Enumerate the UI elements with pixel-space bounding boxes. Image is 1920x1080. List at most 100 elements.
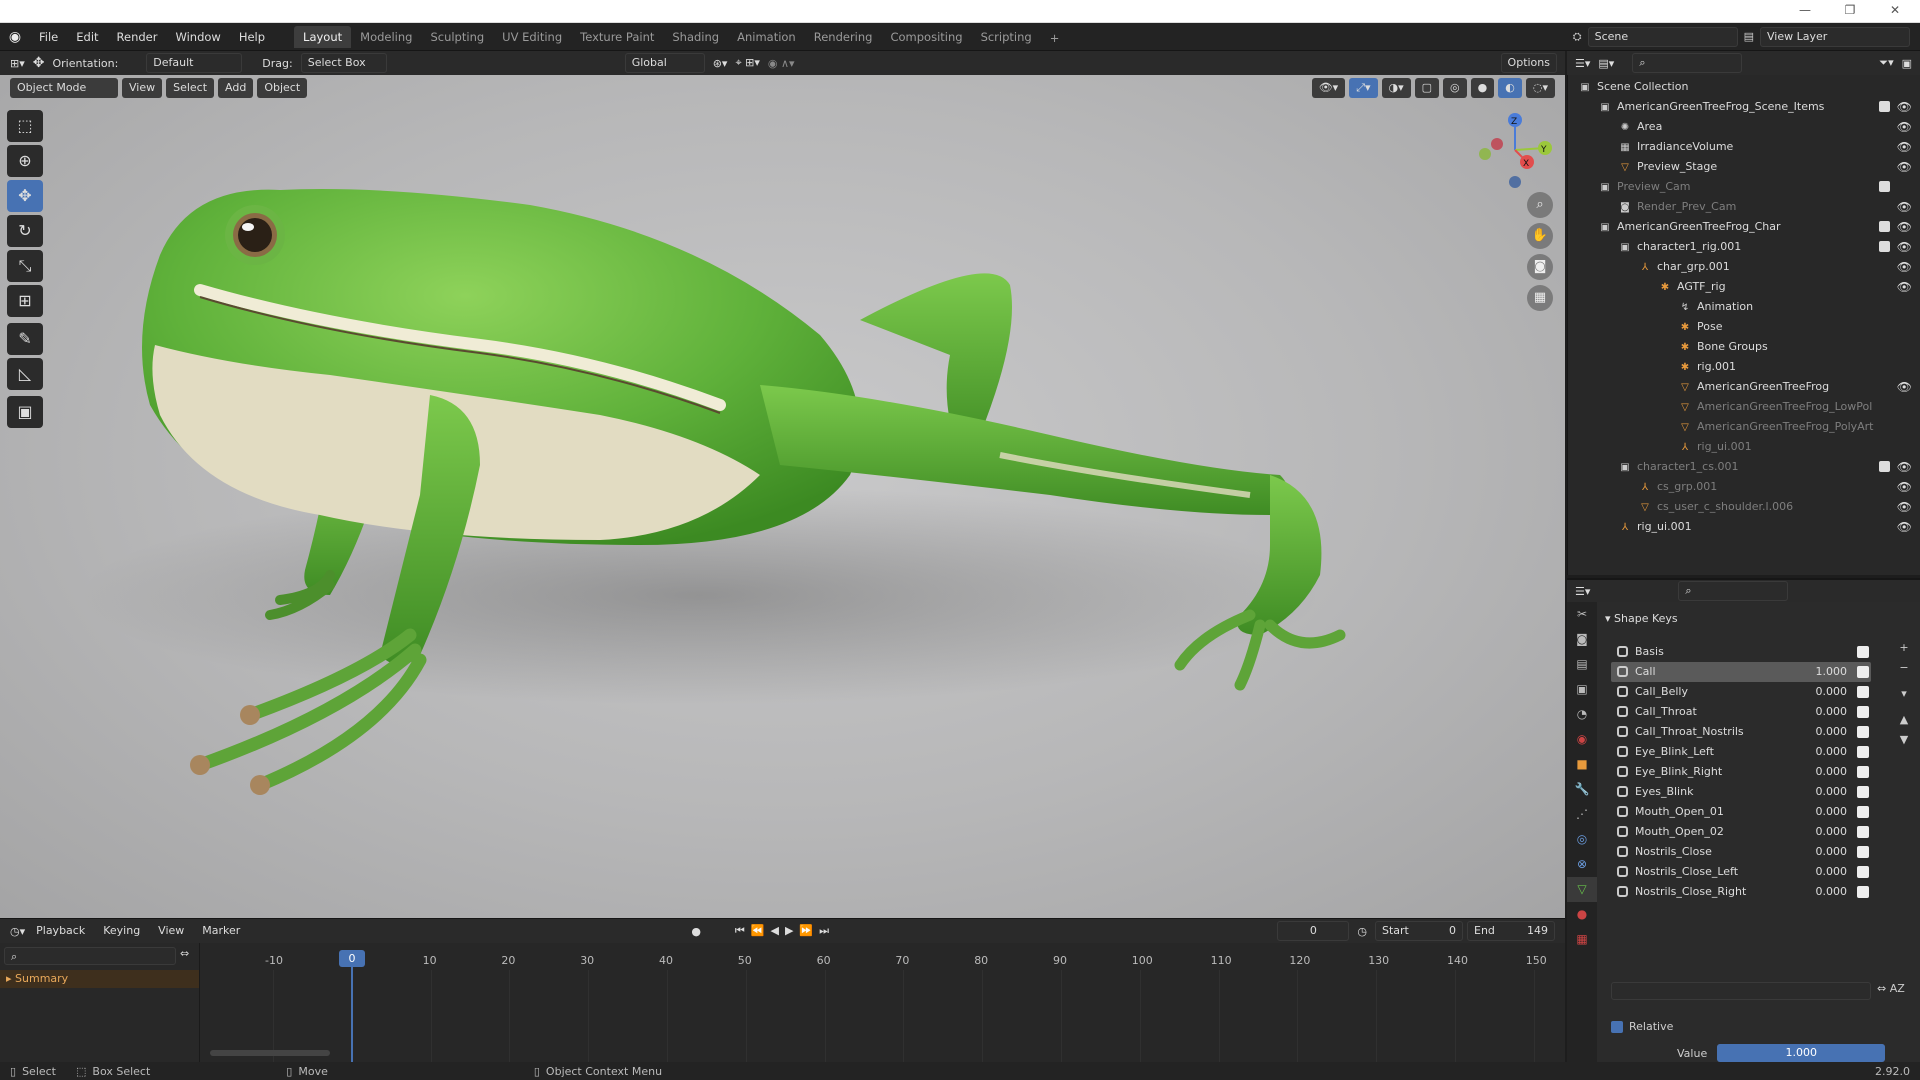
shape-key-row[interactable]: Basis <box>1611 642 1871 662</box>
outliner-row[interactable]: ▽ AmericanGreenTreeFrog_PolyArt <box>1568 417 1920 437</box>
gizmo-toggle-icon[interactable]: ⤢▾ <box>1349 78 1378 98</box>
navigation-gizmo[interactable]: Z Y X <box>1475 110 1555 190</box>
outliner-row[interactable]: ◙ Render_Prev_Cam 👁 <box>1568 197 1920 217</box>
shape-key-value[interactable]: 0.000 <box>1816 722 1848 742</box>
outliner-row[interactable]: ▣ Scene Collection <box>1568 77 1920 97</box>
minimize-button[interactable]: — <box>1795 3 1815 17</box>
add-workspace-button[interactable]: + <box>1041 27 1069 49</box>
move-down-button[interactable]: ▼ <box>1896 730 1912 750</box>
shape-key-row[interactable]: Eyes_Blink 0.000 <box>1611 782 1871 802</box>
add-shape-key-button[interactable]: + <box>1896 638 1912 658</box>
visibility-icon[interactable]: 👁▾ <box>1311 78 1346 98</box>
outliner-row[interactable]: ▣ character1_rig.001 👁 <box>1568 237 1920 257</box>
scene-selector[interactable]: Scene <box>1587 26 1738 47</box>
timeline-search-input[interactable]: ⌕ <box>4 947 176 965</box>
menu-window[interactable]: Window <box>166 23 229 51</box>
outliner-row[interactable]: ▣ AmericanGreenTreeFrog_Scene_Items 👁 <box>1568 97 1920 117</box>
eye-icon[interactable]: 👁 <box>1897 517 1912 537</box>
object-tab-icon[interactable]: ■ <box>1567 752 1597 777</box>
shape-key-mute-checkbox[interactable] <box>1857 766 1869 778</box>
view-menu[interactable]: View <box>122 78 163 98</box>
tab-layout[interactable]: Layout <box>294 26 352 48</box>
move-tool-button-icon[interactable]: ✥ <box>7 180 43 212</box>
remove-shape-key-button[interactable]: − <box>1896 658 1912 678</box>
outliner-row[interactable]: ▽ AmericanGreenTreeFrog 👁 <box>1568 377 1920 397</box>
eye-icon[interactable]: 👁 <box>1897 217 1912 237</box>
close-button[interactable]: ✕ <box>1885 3 1905 17</box>
tab-texture-paint[interactable]: Texture Paint <box>571 26 663 48</box>
physics-tab-icon[interactable]: ◎ <box>1567 827 1597 852</box>
shape-key-value[interactable]: 0.000 <box>1816 802 1848 822</box>
tab-compositing[interactable]: Compositing <box>881 26 971 48</box>
tab-uv-editing[interactable]: UV Editing <box>493 26 571 48</box>
view-layer-icon[interactable]: ▤ <box>1744 30 1754 43</box>
output-tab-icon[interactable]: ▤ <box>1567 652 1597 677</box>
eye-icon[interactable]: 👁 <box>1897 157 1912 177</box>
blender-logo-icon[interactable]: ◉ <box>0 29 30 45</box>
shape-key-mute-checkbox[interactable] <box>1857 746 1869 758</box>
relative-checkbox[interactable] <box>1611 1020 1623 1033</box>
shape-key-row[interactable]: Mouth_Open_02 0.000 <box>1611 822 1871 842</box>
shape-key-value[interactable]: 0.000 <box>1816 882 1848 902</box>
outliner-row[interactable]: ✱ Pose <box>1568 317 1920 337</box>
outliner-row[interactable]: ▣ character1_cs.001 👁 <box>1568 457 1920 477</box>
perspective-grid-icon[interactable]: ▦ <box>1527 285 1553 311</box>
shape-key-value[interactable]: 0.000 <box>1816 862 1848 882</box>
exclude-checkbox[interactable] <box>1879 181 1890 192</box>
shape-key-row[interactable]: Eye_Blink_Right 0.000 <box>1611 762 1871 782</box>
measure-tool-icon[interactable]: ◺ <box>7 358 43 390</box>
exclude-checkbox[interactable] <box>1879 101 1890 112</box>
options-dropdown[interactable]: Options <box>1500 53 1557 73</box>
cursor-tool-icon[interactable]: ⊕ <box>7 145 43 177</box>
current-frame-field[interactable]: 0 <box>1277 921 1350 941</box>
tab-modeling[interactable]: Modeling <box>351 26 421 48</box>
data-tab-icon[interactable]: ▽ <box>1567 877 1597 902</box>
eye-icon[interactable]: 👁 <box>1897 377 1912 397</box>
maximize-button[interactable]: ❐ <box>1840 3 1860 17</box>
outliner-row[interactable]: ✱ rig.001 <box>1568 357 1920 377</box>
shape-key-row[interactable]: Call_Belly 0.000 <box>1611 682 1871 702</box>
new-collection-icon[interactable]: ▣ <box>1902 57 1912 70</box>
exclude-checkbox[interactable] <box>1879 241 1890 252</box>
overlay-icon[interactable]: ◑▾ <box>1381 78 1411 98</box>
shape-key-mute-checkbox[interactable] <box>1857 706 1869 718</box>
properties-search-input[interactable]: ⌕ <box>1678 581 1789 601</box>
outliner-row[interactable]: ⅄ rig_ui.001 <box>1568 437 1920 457</box>
shape-key-row[interactable]: Nostrils_Close_Right 0.000 <box>1611 882 1871 902</box>
eye-icon[interactable]: 👁 <box>1897 197 1912 217</box>
playhead-frame-badge[interactable]: 0 <box>339 950 365 967</box>
outliner-row[interactable]: ▣ AmericanGreenTreeFrog_Char 👁 <box>1568 217 1920 237</box>
properties-editor-icon[interactable]: ☰▾ <box>1575 585 1590 598</box>
record-icon[interactable]: ● <box>691 925 701 938</box>
shape-key-mute-checkbox[interactable] <box>1857 726 1869 738</box>
start-frame-field[interactable]: Start 0 <box>1375 921 1463 941</box>
playback-menu[interactable]: Playback <box>29 921 92 941</box>
shading-material-icon[interactable]: ◐ <box>1498 78 1522 98</box>
shape-key-value[interactable]: 0.000 <box>1816 822 1848 842</box>
scale-tool-icon[interactable]: ⤡ <box>7 250 43 282</box>
timeline-editor-icon[interactable]: ◷▾ <box>10 925 25 938</box>
outliner-row[interactable]: ▽ Preview_Stage 👁 <box>1568 157 1920 177</box>
tab-shading[interactable]: Shading <box>663 26 728 48</box>
transform-orientation-dropdown[interactable]: Global <box>624 53 705 73</box>
relative-checkbox-row[interactable]: Relative <box>1611 1020 1673 1033</box>
outliner-row[interactable]: ▽ cs_user_c_shoulder.l.006 👁 <box>1568 497 1920 517</box>
outliner-row[interactable]: ⅄ char_grp.001 👁 <box>1568 257 1920 277</box>
select-box-tool-icon[interactable]: ⬚ <box>7 110 43 142</box>
shape-key-row[interactable]: Nostrils_Close 0.000 <box>1611 842 1871 862</box>
shape-key-row[interactable]: Call_Throat_Nostrils 0.000 <box>1611 722 1871 742</box>
swap-icon[interactable]: ⇔ <box>180 947 189 960</box>
object-menu[interactable]: Object <box>257 78 308 98</box>
shape-key-filter-input[interactable] <box>1611 982 1871 1000</box>
annotate-tool-icon[interactable]: ✎ <box>7 323 43 355</box>
timeline-view-menu[interactable]: View <box>151 921 191 941</box>
keying-menu[interactable]: Keying <box>96 921 147 941</box>
outliner-row[interactable]: ✱ AGTF_rig 👁 <box>1568 277 1920 297</box>
menu-help[interactable]: Help <box>230 23 274 51</box>
zoom-icon[interactable]: ⌕ <box>1527 192 1553 218</box>
marker-menu[interactable]: Marker <box>195 921 247 941</box>
drag-dropdown[interactable]: Select Box <box>300 53 387 73</box>
filter-icon[interactable]: ⏷▾ <box>1879 56 1893 70</box>
tab-rendering[interactable]: Rendering <box>805 26 882 48</box>
eye-icon[interactable]: 👁 <box>1897 257 1912 277</box>
